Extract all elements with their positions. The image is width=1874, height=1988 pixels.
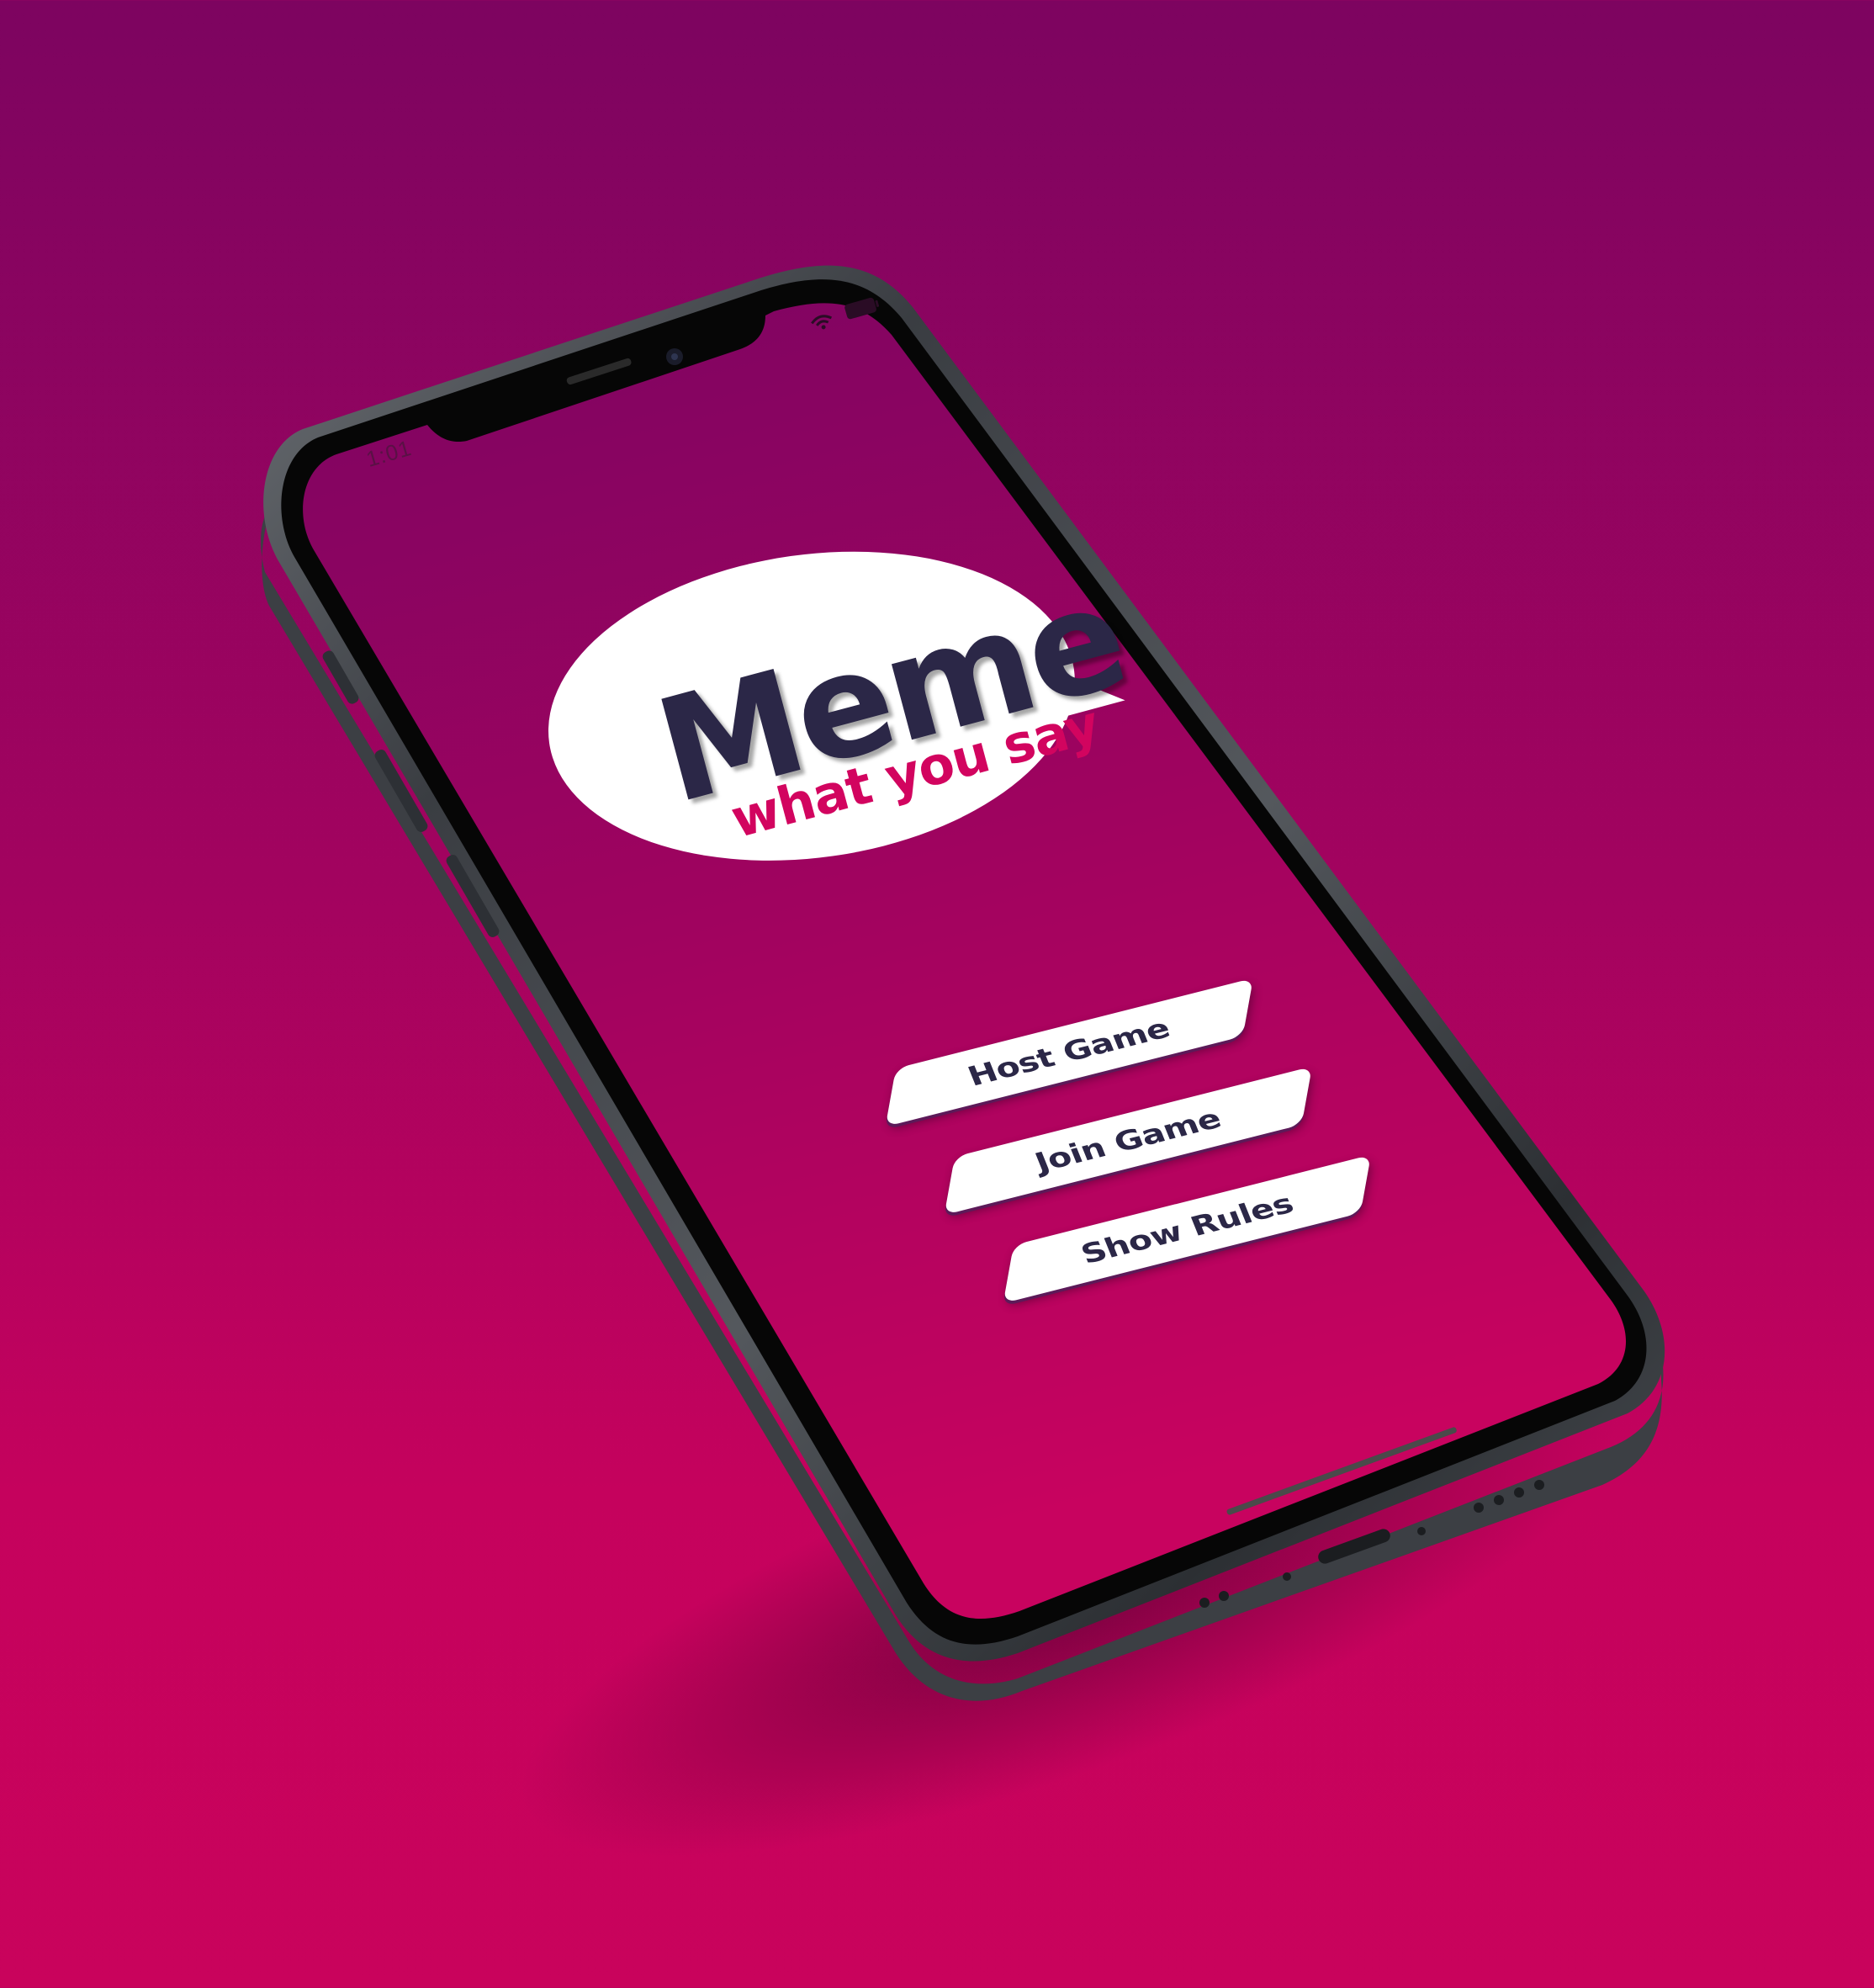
phone-screen bbox=[303, 303, 1627, 1620]
device-mockup-scene: 1:01 Meme what you say Host Game Join Ga… bbox=[0, 0, 1874, 1988]
phone bbox=[261, 265, 1665, 1701]
